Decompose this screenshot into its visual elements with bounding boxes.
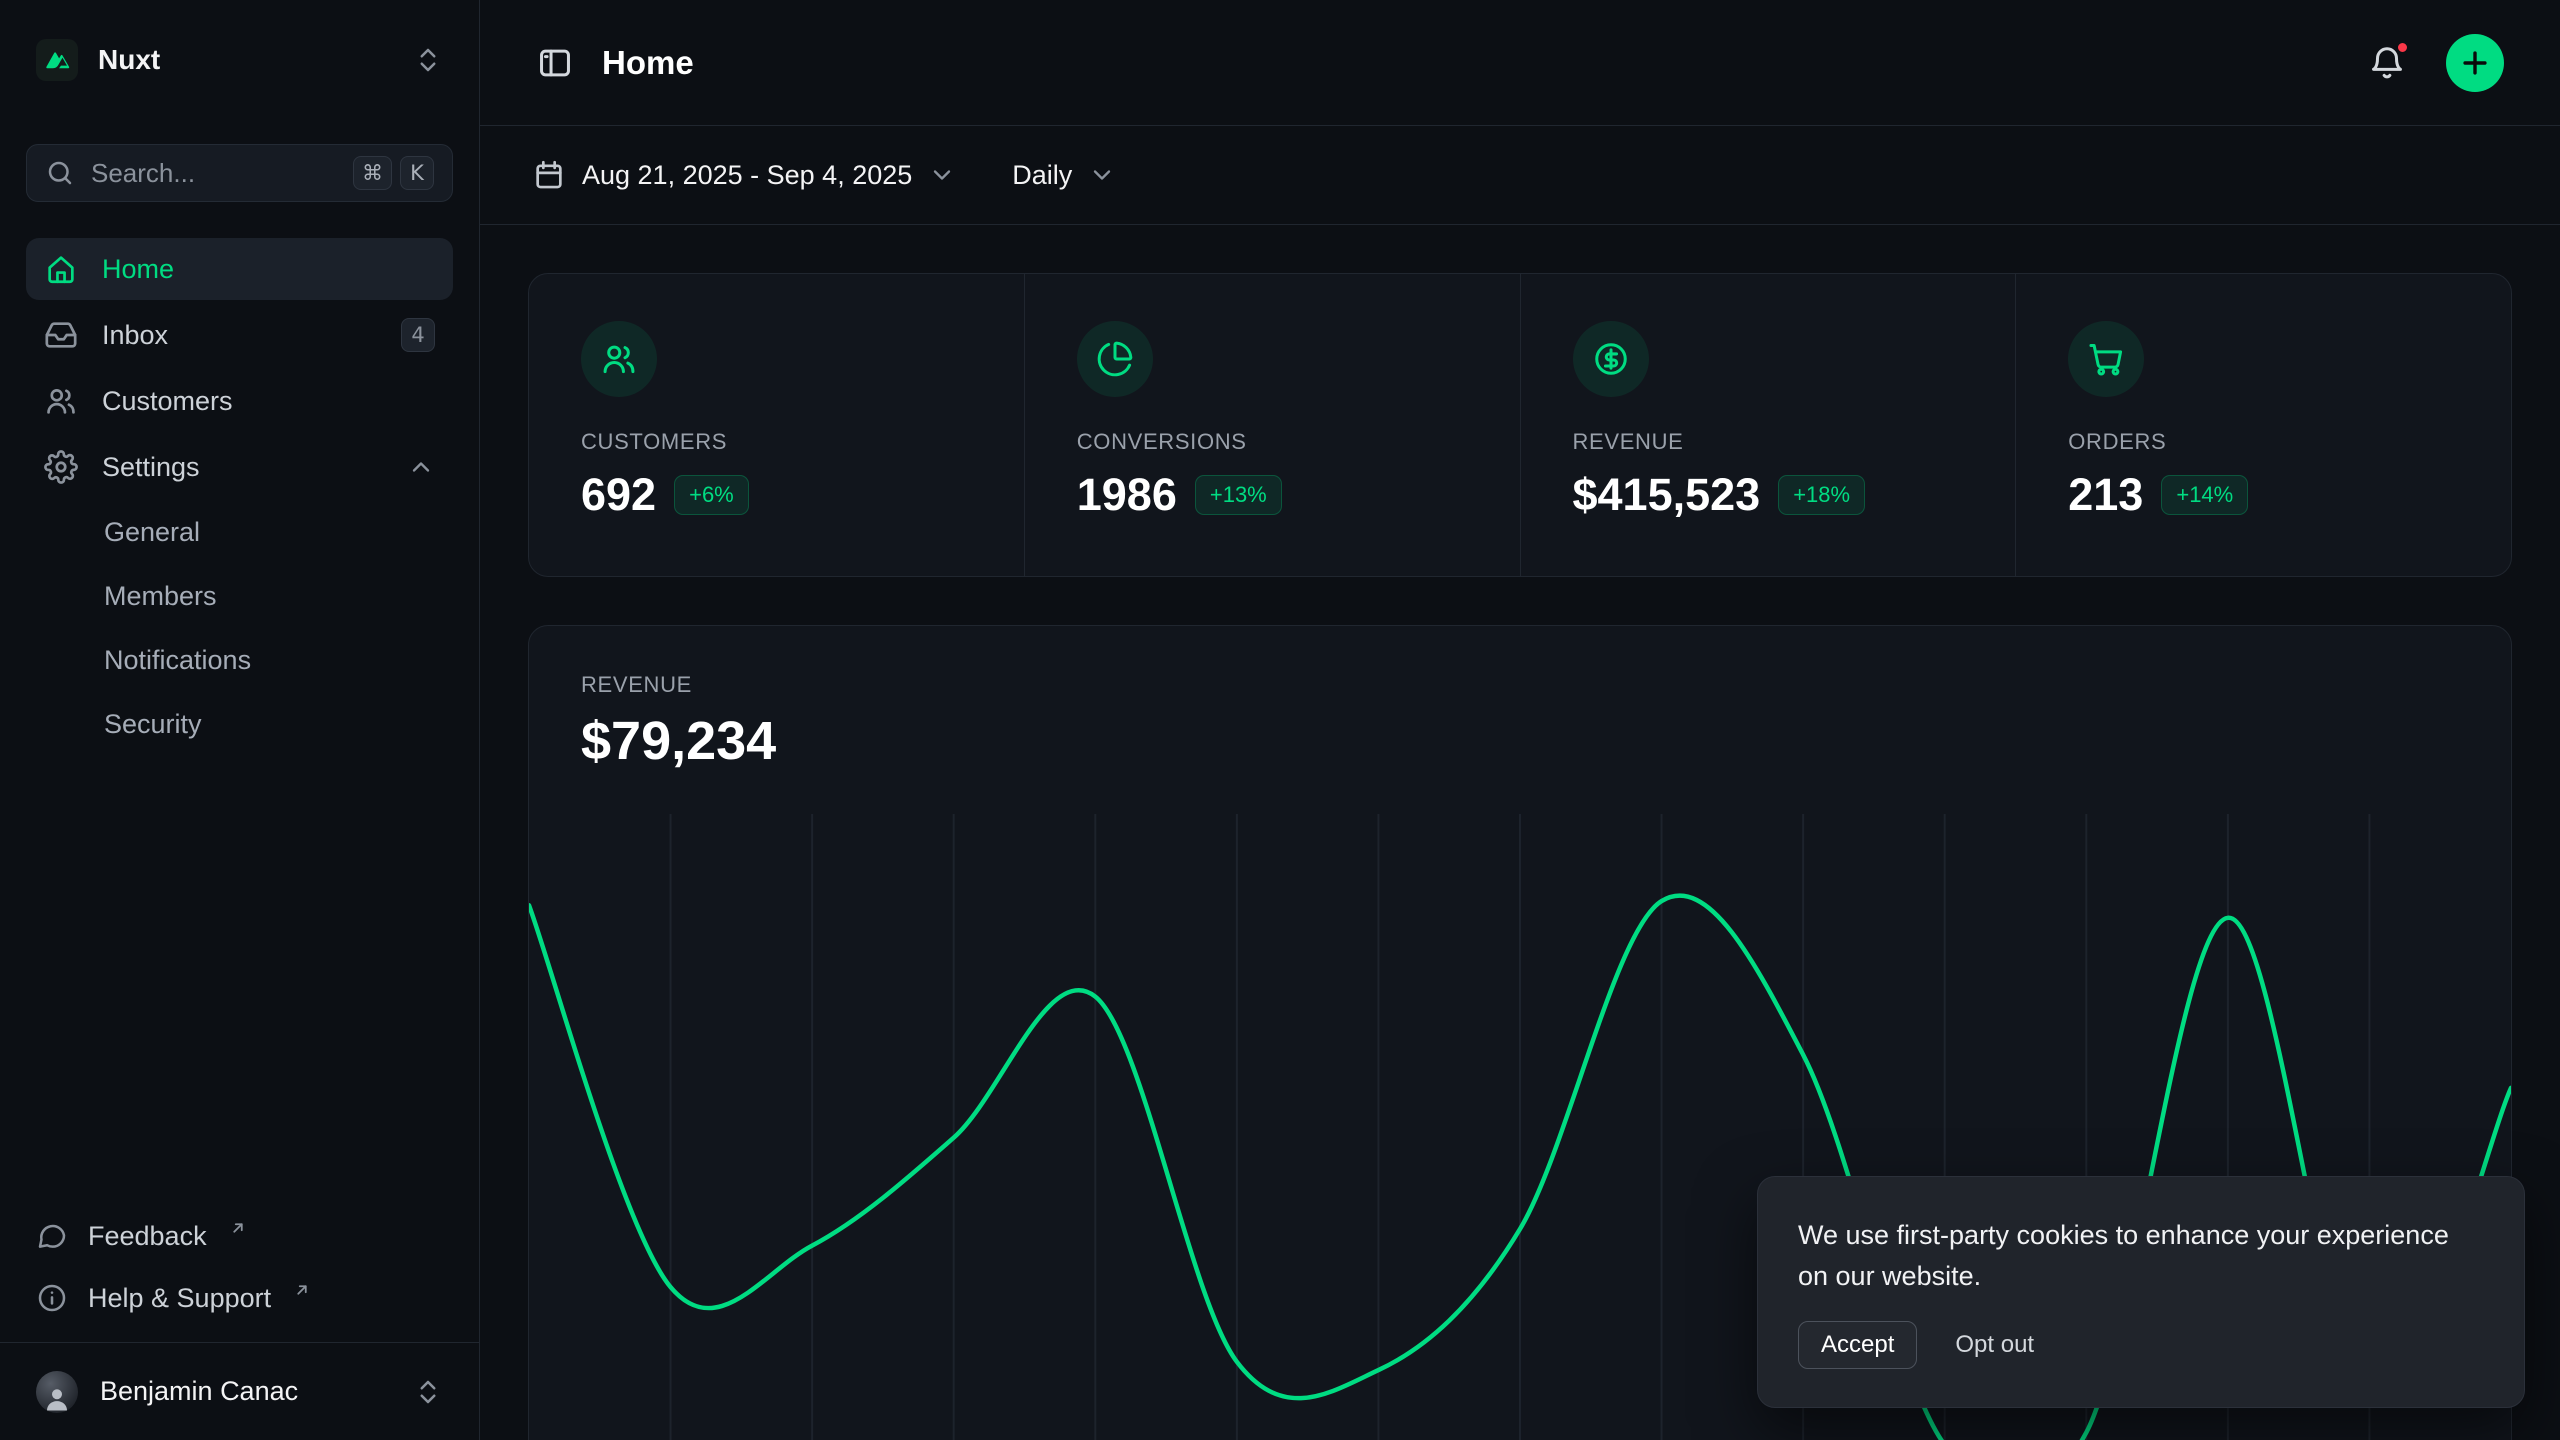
stat-label: REVENUE: [1573, 429, 1684, 455]
sidebar-item-label: Customers: [102, 386, 233, 417]
sidebar-item-security[interactable]: Security: [26, 694, 453, 754]
sidebar-item-inbox[interactable]: Inbox 4: [26, 304, 453, 366]
stat-label: CUSTOMERS: [581, 429, 727, 455]
shopping-cart-icon: [2068, 321, 2144, 397]
kbd-k: K: [400, 156, 434, 190]
currency-dollar-icon: [1573, 321, 1649, 397]
users-icon: [44, 384, 78, 418]
sidebar-nav: Home Inbox 4 Customers Settings: [26, 238, 453, 754]
sidebar-item-customers[interactable]: Customers: [26, 370, 453, 432]
external-link-icon: [229, 1219, 247, 1237]
chat-bubble-icon: [36, 1220, 68, 1252]
home-icon: [44, 252, 78, 286]
chevron-up-down-icon: [413, 45, 443, 75]
add-button[interactable]: [2446, 34, 2504, 92]
kbd-meta: ⌘: [353, 156, 392, 190]
chevron-up-icon: [407, 453, 435, 481]
filters-toolbar: Aug 21, 2025 - Sep 4, 2025 Daily: [480, 126, 2560, 225]
help-support-label: Help & Support: [88, 1283, 271, 1314]
stat-label: ORDERS: [2068, 429, 2166, 455]
search-icon: [45, 158, 75, 188]
sidebar-footer: Feedback Help & Support: [26, 1208, 453, 1342]
period-label: Daily: [1012, 160, 1072, 191]
stat-value: $415,523: [1573, 469, 1761, 521]
chevron-down-icon: [928, 161, 956, 189]
inbox-count-badge: 4: [401, 318, 435, 352]
stat-revenue: REVENUE $415,523 +18%: [1520, 274, 2016, 576]
chevron-up-down-icon: [413, 1377, 443, 1407]
stat-conversions: CONVERSIONS 1986 +13%: [1024, 274, 1520, 576]
stat-change-badge: +13%: [1195, 475, 1282, 515]
sidebar-item-members[interactable]: Members: [26, 566, 453, 626]
sidebar-item-label: Inbox: [102, 320, 168, 351]
users-icon: [581, 321, 657, 397]
stats-card: CUSTOMERS 692 +6% CONVERSIONS 1986 +13%: [528, 273, 2512, 577]
stat-value: 692: [581, 469, 656, 521]
help-support-link[interactable]: Help & Support: [26, 1270, 453, 1326]
cookie-actions: Accept Opt out: [1798, 1321, 2484, 1369]
sidebar-item-home[interactable]: Home: [26, 238, 453, 300]
sub-item-label: General: [104, 517, 200, 548]
notifications-bell-button[interactable]: [2362, 38, 2412, 88]
cookie-consent-banner: We use first-party cookies to enhance yo…: [1757, 1176, 2525, 1408]
page-title: Home: [602, 44, 694, 82]
stat-change-badge: +14%: [2161, 475, 2248, 515]
search-input[interactable]: ⌘ K: [26, 144, 453, 202]
notification-dot: [2395, 40, 2410, 55]
user-name: Benjamin Canac: [100, 1376, 298, 1407]
date-range-picker[interactable]: Aug 21, 2025 - Sep 4, 2025: [532, 158, 956, 192]
sidebar-item-settings[interactable]: Settings: [26, 436, 453, 498]
revenue-card-header: REVENUE $79,234: [529, 626, 2511, 772]
external-link-icon: [293, 1281, 311, 1299]
revenue-value: $79,234: [581, 710, 2459, 772]
sidebar-item-notifications[interactable]: Notifications: [26, 630, 453, 690]
page-header: Home: [480, 0, 2560, 126]
gear-icon: [44, 450, 78, 484]
cookie-message: We use first-party cookies to enhance yo…: [1798, 1215, 2484, 1297]
stat-value: 213: [2068, 469, 2143, 521]
stat-change-badge: +6%: [674, 475, 749, 515]
date-range-label: Aug 21, 2025 - Sep 4, 2025: [582, 160, 912, 191]
stat-orders: ORDERS 213 +14%: [2015, 274, 2511, 576]
stat-label: CONVERSIONS: [1077, 429, 1247, 455]
sidebar-item-label: Home: [102, 254, 174, 285]
header-actions: [2362, 34, 2504, 92]
team-name: Nuxt: [98, 44, 160, 76]
avatar: [36, 1371, 78, 1413]
stat-change-badge: +18%: [1778, 475, 1865, 515]
chevron-down-icon: [1088, 161, 1116, 189]
user-menu[interactable]: Benjamin Canac: [0, 1342, 479, 1440]
stat-customers: CUSTOMERS 692 +6%: [529, 274, 1024, 576]
info-circle-icon: [36, 1282, 68, 1314]
accept-cookies-button[interactable]: Accept: [1798, 1321, 1917, 1369]
calendar-icon: [532, 158, 566, 192]
sidebar-item-general[interactable]: General: [26, 502, 453, 562]
period-select[interactable]: Daily: [1012, 160, 1116, 191]
feedback-link[interactable]: Feedback: [26, 1208, 453, 1264]
feedback-label: Feedback: [88, 1221, 207, 1252]
sidebar-toggle-icon[interactable]: [536, 44, 574, 82]
inbox-icon: [44, 318, 78, 352]
optout-cookies-button[interactable]: Opt out: [1951, 1322, 2038, 1368]
revenue-label: REVENUE: [581, 672, 2459, 698]
search-kbd-hints: ⌘ K: [353, 156, 434, 190]
nuxt-logo-icon: [36, 39, 78, 81]
team-selector[interactable]: Nuxt: [26, 30, 453, 90]
sub-item-label: Security: [104, 709, 202, 740]
search-field[interactable]: [91, 158, 337, 189]
sub-item-label: Notifications: [104, 645, 251, 676]
chart-pie-icon: [1077, 321, 1153, 397]
sidebar: Nuxt ⌘ K Home: [0, 0, 480, 1440]
sub-item-label: Members: [104, 581, 217, 612]
stat-value: 1986: [1077, 469, 1177, 521]
sidebar-item-label: Settings: [102, 452, 200, 483]
